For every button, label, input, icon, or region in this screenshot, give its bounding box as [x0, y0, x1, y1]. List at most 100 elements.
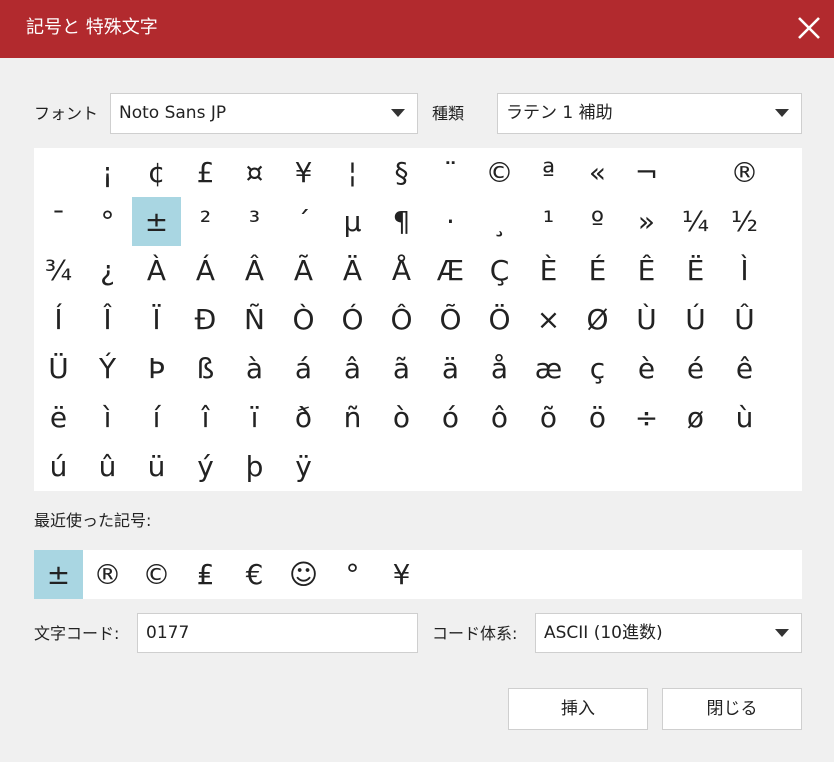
char-code-input[interactable]: 0177 [137, 613, 418, 653]
symbol-cell[interactable]: ä [426, 344, 475, 393]
symbol-cell[interactable]: á [279, 344, 328, 393]
symbol-cell[interactable]: ³ [230, 197, 279, 246]
symbol-cell[interactable]: Þ [132, 344, 181, 393]
symbol-cell[interactable]: ° [83, 197, 132, 246]
symbol-cell[interactable]: ª [524, 148, 573, 197]
symbol-cell[interactable]: · [426, 197, 475, 246]
symbol-cell[interactable]: ê [720, 344, 769, 393]
symbol-cell[interactable]: ¡ [83, 148, 132, 197]
symbol-cell[interactable]: » [622, 197, 671, 246]
symbol-cell[interactable]: ÿ [279, 442, 328, 491]
symbol-cell[interactable]: ¦ [328, 148, 377, 197]
symbol-cell[interactable]: « [573, 148, 622, 197]
symbol-cell[interactable]: ú [34, 442, 83, 491]
symbol-cell[interactable]: ß [181, 344, 230, 393]
symbol-cell[interactable]: ¹ [524, 197, 573, 246]
symbol-cell[interactable]: Ö [475, 295, 524, 344]
symbol-cell[interactable]: Û [720, 295, 769, 344]
symbol-cell[interactable]: è [622, 344, 671, 393]
symbol-cell[interactable]: ì [83, 393, 132, 442]
font-select[interactable]: Noto Sans JP [110, 93, 418, 134]
symbol-cell[interactable]: ò [377, 393, 426, 442]
recent-symbol-cell[interactable]: € [230, 550, 279, 599]
symbol-cell[interactable]: À [132, 246, 181, 295]
symbol-cell[interactable]: Ø [573, 295, 622, 344]
symbol-cell[interactable]: Ë [671, 246, 720, 295]
symbol-cell[interactable]: Ñ [230, 295, 279, 344]
symbol-cell[interactable]: ² [181, 197, 230, 246]
category-select[interactable]: ラテン 1 補助 [497, 93, 802, 134]
symbol-cell[interactable]: £ [181, 148, 230, 197]
symbol-cell[interactable]: ¬ [622, 148, 671, 197]
symbol-cell[interactable]: ¤ [230, 148, 279, 197]
recent-symbol-cell[interactable]: ¥ [377, 550, 426, 599]
symbol-cell[interactable]: § [377, 148, 426, 197]
symbol-cell[interactable]: ÷ [622, 393, 671, 442]
symbol-cell[interactable]: Î [83, 295, 132, 344]
symbol-cell[interactable]: í [132, 393, 181, 442]
symbol-cell[interactable]: ¸ [475, 197, 524, 246]
symbol-cell[interactable]: ö [573, 393, 622, 442]
symbol-cell[interactable]: ô [475, 393, 524, 442]
symbol-cell[interactable]: Ò [279, 295, 328, 344]
recent-symbol-cell[interactable]: ₤ [181, 550, 230, 599]
recent-symbol-cell[interactable]: © [132, 550, 181, 599]
symbol-cell[interactable]: Õ [426, 295, 475, 344]
symbol-cell[interactable]: Ý [83, 344, 132, 393]
symbol-cell[interactable]: ± [132, 197, 181, 246]
symbol-cell[interactable]: ø [671, 393, 720, 442]
symbol-cell[interactable]: ó [426, 393, 475, 442]
symbol-cell[interactable]: º [573, 197, 622, 246]
code-system-select[interactable]: ASCII (10進数) [535, 613, 802, 653]
symbol-cell[interactable]: Å [377, 246, 426, 295]
symbol-cell[interactable]: ñ [328, 393, 377, 442]
symbol-cell[interactable]: ¼ [671, 197, 720, 246]
symbol-cell[interactable]: ® [720, 148, 769, 197]
symbol-cell[interactable]: Ô [377, 295, 426, 344]
symbol-cell[interactable]: Í [34, 295, 83, 344]
recent-symbol-cell[interactable]: ☺ [279, 550, 328, 599]
symbol-cell[interactable]: æ [524, 344, 573, 393]
symbol-cell[interactable]: ë [34, 393, 83, 442]
symbol-cell[interactable]: ð [279, 393, 328, 442]
symbol-cell[interactable]: õ [524, 393, 573, 442]
symbol-cell[interactable]: ¶ [377, 197, 426, 246]
close-button[interactable]: 閉じる [662, 688, 802, 730]
close-icon[interactable] [790, 9, 828, 47]
symbol-cell[interactable]: ç [573, 344, 622, 393]
symbol-cell[interactable]: î [181, 393, 230, 442]
symbol-cell[interactable]: â [328, 344, 377, 393]
symbol-cell[interactable]: ù [720, 393, 769, 442]
symbol-cell[interactable]: Ú [671, 295, 720, 344]
symbol-cell[interactable]: û [83, 442, 132, 491]
recent-symbol-cell[interactable]: ° [328, 550, 377, 599]
recent-symbol-cell[interactable]: ± [34, 550, 83, 599]
symbol-cell[interactable]: ¾ [34, 246, 83, 295]
symbol-cell[interactable]: Ð [181, 295, 230, 344]
symbol-cell[interactable]: ¨ [426, 148, 475, 197]
symbol-cell[interactable]: ¯ [34, 197, 83, 246]
symbol-cell[interactable]: å [475, 344, 524, 393]
symbol-cell[interactable]: Ü [34, 344, 83, 393]
symbol-cell[interactable]: Ç [475, 246, 524, 295]
symbol-cell[interactable]: ¿ [83, 246, 132, 295]
symbol-cell[interactable]: Â [230, 246, 279, 295]
symbol-cell[interactable]: ã [377, 344, 426, 393]
symbol-cell[interactable]: µ [328, 197, 377, 246]
recent-symbol-cell[interactable]: ® [83, 550, 132, 599]
symbol-cell[interactable]: ï [230, 393, 279, 442]
symbol-cell[interactable]: Ï [132, 295, 181, 344]
symbol-cell[interactable]: Æ [426, 246, 475, 295]
symbol-cell[interactable]: ½ [720, 197, 769, 246]
symbol-cell[interactable]: ü [132, 442, 181, 491]
symbol-cell[interactable]: Ê [622, 246, 671, 295]
symbol-cell[interactable]: Ù [622, 295, 671, 344]
symbol-cell[interactable]: à [230, 344, 279, 393]
symbol-cell[interactable]: Á [181, 246, 230, 295]
symbol-cell[interactable] [34, 148, 83, 197]
symbol-cell[interactable]: é [671, 344, 720, 393]
symbol-cell[interactable]: ý [181, 442, 230, 491]
symbol-cell[interactable]: ¥ [279, 148, 328, 197]
symbol-cell[interactable]: Ä [328, 246, 377, 295]
symbol-cell[interactable]: ´ [279, 197, 328, 246]
